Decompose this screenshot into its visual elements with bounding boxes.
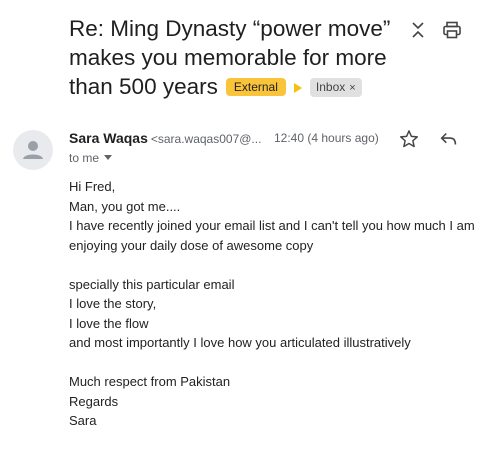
body-line bbox=[69, 255, 474, 275]
body-line: Man, you got me.... bbox=[69, 198, 181, 214]
chevron-down-icon bbox=[104, 155, 113, 160]
sender-avatar[interactable] bbox=[13, 130, 53, 170]
body-line: enjoying your daily dose of awesome copy bbox=[69, 237, 314, 253]
message-body: Hi Fred, Man, you got me.... I have recent… bbox=[69, 177, 475, 431]
body-line: I have recently joined your email list a… bbox=[69, 218, 475, 233]
star-button[interactable] bbox=[398, 128, 420, 150]
email-subject: Re: Ming Dynasty “power move” makes you … bbox=[69, 14, 399, 101]
body-line bbox=[69, 353, 474, 373]
external-badge: External bbox=[225, 78, 286, 96]
person-icon bbox=[23, 141, 43, 159]
sender-line: Sara Waqas <sara.waqas007@... bbox=[69, 130, 261, 146]
star-icon bbox=[400, 130, 418, 148]
collapse-icon bbox=[412, 22, 424, 38]
inbox-label-text: Inbox bbox=[315, 80, 346, 94]
body-line: I love the story, bbox=[69, 296, 157, 311]
sender-email[interactable]: <sara.waqas007@... bbox=[151, 132, 262, 146]
remove-label-icon[interactable]: × bbox=[349, 82, 355, 94]
print-button[interactable] bbox=[442, 20, 462, 40]
collapse-all-button[interactable] bbox=[408, 20, 428, 40]
body-line: Hi Fred, bbox=[69, 179, 116, 194]
message-time: 12:40 (4 hours ago) bbox=[274, 131, 379, 145]
recipients-dropdown[interactable]: to me bbox=[69, 151, 113, 165]
inbox-label-chip[interactable]: Inbox × bbox=[309, 78, 362, 97]
body-line: I love the flow bbox=[69, 315, 149, 331]
body-line: Regards bbox=[69, 393, 119, 409]
recipients-label: to me bbox=[69, 151, 100, 165]
printer-icon bbox=[443, 21, 461, 39]
body-line: Sara bbox=[69, 413, 97, 428]
reply-button[interactable] bbox=[438, 128, 460, 150]
importance-marker-icon[interactable] bbox=[293, 83, 302, 93]
reply-icon bbox=[440, 132, 457, 145]
body-line: specially this particular email bbox=[69, 276, 235, 292]
body-line: Much respect from Pakistan bbox=[69, 374, 231, 389]
body-line: and most importantly I love how you arti… bbox=[69, 335, 411, 350]
sender-name[interactable]: Sara Waqas bbox=[69, 130, 148, 146]
